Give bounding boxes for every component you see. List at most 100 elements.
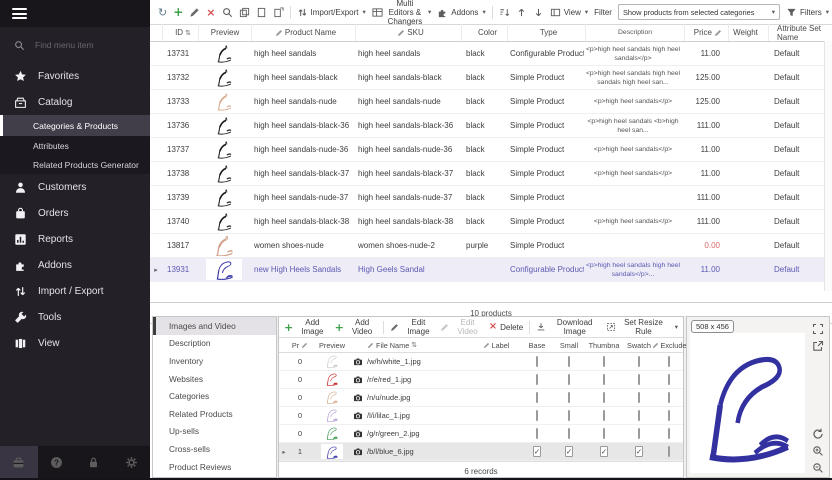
product-row[interactable]: 13737 high heel sandals-nude-36 high hee…	[150, 138, 832, 162]
column-header-base[interactable]: Base	[521, 341, 553, 350]
tab-inventory[interactable]: Inventory	[153, 352, 276, 370]
base-checkbox[interactable]	[536, 374, 538, 385]
base-checkbox[interactable]	[536, 410, 538, 421]
search-button[interactable]	[222, 7, 233, 18]
tab-description[interactable]: Description	[153, 335, 276, 353]
thumbnail-checkbox[interactable]	[603, 356, 605, 367]
fullscreen-button[interactable]	[812, 322, 824, 334]
exclude-checkbox[interactable]	[668, 392, 670, 403]
sort-button[interactable]	[499, 7, 510, 18]
image-row[interactable]: 0 /g/r/green_2.jpg	[279, 425, 683, 443]
column-header-product-name[interactable]: Product Name	[252, 24, 356, 41]
hamburger-icon[interactable]	[12, 6, 27, 22]
column-header-price[interactable]: Price	[685, 24, 729, 41]
sidebar-item-customers[interactable]: Customers	[0, 174, 150, 200]
multi-editors-dropdown[interactable]: Multi Editors & Changers ▾	[372, 0, 432, 26]
small-checkbox[interactable]	[568, 428, 570, 439]
zoom-out-button[interactable]	[812, 461, 824, 473]
add-product-button[interactable]: +	[173, 6, 183, 18]
edit-image-button[interactable]: Edit Image	[390, 318, 434, 336]
tab-up-sells[interactable]: Up-sells	[153, 423, 276, 441]
swatch-checkbox[interactable]	[638, 410, 640, 421]
help-button[interactable]	[38, 446, 76, 478]
sidebar-item-related-products-generator[interactable]: Related Products Generator	[0, 155, 150, 174]
sidebar-item-orders[interactable]: Orders	[0, 200, 150, 226]
lock-button[interactable]	[75, 446, 113, 478]
refresh-button[interactable]: ↻	[158, 7, 167, 18]
thumbnail-checkbox[interactable]	[603, 428, 605, 439]
image-row-selected[interactable]: ▸ 1 /b/l/blue_6.jpg ✓ ✓ ✓ ✓	[279, 443, 683, 461]
column-header-type[interactable]: Type	[508, 24, 586, 41]
column-header-sku[interactable]: SKU	[356, 24, 462, 41]
product-row[interactable]: 13740 high heel sandals-black-38 high he…	[150, 210, 832, 234]
sidebar-item-import-export[interactable]: Import / Export	[0, 278, 150, 304]
filters-dropdown[interactable]: Filters ▾	[786, 7, 829, 18]
move-up-button[interactable]	[516, 7, 527, 18]
edit-product-button[interactable]	[189, 7, 200, 18]
swatch-checkbox[interactable]	[638, 392, 640, 403]
set-resize-rule-button[interactable]: Set Resize Rule	[606, 318, 668, 336]
column-header-attribute-set[interactable]: Attribute Set Name	[769, 24, 832, 41]
download-image-button[interactable]: Download Image	[536, 318, 600, 336]
zoom-in-button[interactable]	[812, 444, 824, 456]
sidebar-item-view[interactable]: View	[0, 330, 150, 356]
product-row[interactable]: 13733 high heel sandals-nude high heel s…	[150, 90, 832, 114]
delete-image-button[interactable]: ×Delete	[489, 322, 524, 332]
sidebar-search-input[interactable]	[33, 39, 137, 51]
column-header-swatch[interactable]: Swatch	[623, 341, 655, 350]
duplicate-button[interactable]	[273, 7, 284, 18]
sidebar-item-attributes[interactable]: Attributes	[0, 136, 150, 155]
column-header-id[interactable]: ID⇅	[163, 24, 199, 41]
product-row-selected[interactable]: ▸ 13931 new High Heels Sandals High Geel…	[150, 258, 832, 282]
thumbnail-checkbox[interactable]	[603, 392, 605, 403]
add-image-button[interactable]: +Add Image	[284, 318, 329, 336]
edit-video-button[interactable]: Edit Video	[440, 318, 482, 336]
add-video-button[interactable]: +Add Video	[335, 318, 378, 336]
small-checkbox[interactable]	[568, 374, 570, 385]
small-checkbox[interactable]	[568, 410, 570, 421]
addons-dropdown[interactable]: Addons ▾	[437, 7, 485, 18]
image-row[interactable]: 0 /l/i/lilac_1.jpg	[279, 407, 683, 425]
sidebar-item-favorites[interactable]: Favorites	[0, 63, 150, 89]
tab-cross-sells[interactable]: Cross-sells	[153, 440, 276, 458]
column-header-file-name[interactable]: File Name⇅	[353, 341, 471, 350]
delete-product-button[interactable]: ×	[206, 7, 215, 18]
swatch-checkbox[interactable]	[638, 428, 640, 439]
small-checkbox[interactable]	[568, 356, 570, 367]
sidebar-item-addons[interactable]: Addons	[0, 252, 150, 278]
column-header-preview[interactable]: Preview	[199, 24, 252, 41]
rotate-button[interactable]	[812, 427, 824, 439]
column-header-position[interactable]: Pr	[289, 341, 311, 350]
sidebar-item-tools[interactable]: Tools	[0, 304, 150, 330]
image-row[interactable]: 0 /n/u/nude.jpg	[279, 389, 683, 407]
exclude-checkbox[interactable]	[668, 428, 670, 439]
filter-select[interactable]: Show products from selected categories ▾	[618, 4, 780, 20]
move-down-button[interactable]	[533, 7, 544, 18]
swatch-checkbox[interactable]	[638, 356, 640, 367]
base-checkbox[interactable]	[536, 392, 538, 403]
exclude-checkbox[interactable]	[668, 410, 670, 421]
view-dropdown[interactable]: View ▾	[550, 7, 588, 18]
column-header-small[interactable]: Small	[553, 341, 585, 350]
product-row[interactable]: 13738 high heel sandals-black-37 high he…	[150, 162, 832, 186]
import-export-dropdown[interactable]: Import/Export ▾	[297, 7, 366, 18]
sidebar-item-catalog[interactable]: Catalog	[0, 89, 150, 115]
product-row[interactable]: 13736 high heel sandals-black-36 high he…	[150, 114, 832, 138]
column-header-exclude[interactable]: Exclude	[655, 341, 683, 350]
open-external-button[interactable]	[812, 339, 824, 351]
base-checkbox[interactable]	[536, 428, 538, 439]
vertical-scrollbar[interactable]	[824, 41, 832, 291]
sidebar-item-reports[interactable]: Reports	[0, 226, 150, 252]
column-header-label[interactable]: Label	[471, 341, 521, 350]
column-header-preview[interactable]: Preview	[311, 341, 353, 350]
swatch-checkbox[interactable]: ✓	[635, 446, 643, 457]
more-options-dropdown[interactable]: ▾	[674, 323, 678, 331]
image-row[interactable]: 0 /r/e/red_1.jpg	[279, 371, 683, 389]
column-header-weight[interactable]: Weight	[729, 24, 769, 41]
thumbnail-checkbox[interactable]	[603, 374, 605, 385]
tab-images-and-video[interactable]: Images and Video	[153, 317, 276, 335]
tab-related-products[interactable]: Related Products	[153, 405, 276, 423]
column-header-description[interactable]: Description	[586, 24, 685, 41]
copy-button[interactable]	[239, 7, 250, 18]
column-header-thumbnail[interactable]: Thumbna	[585, 341, 623, 350]
